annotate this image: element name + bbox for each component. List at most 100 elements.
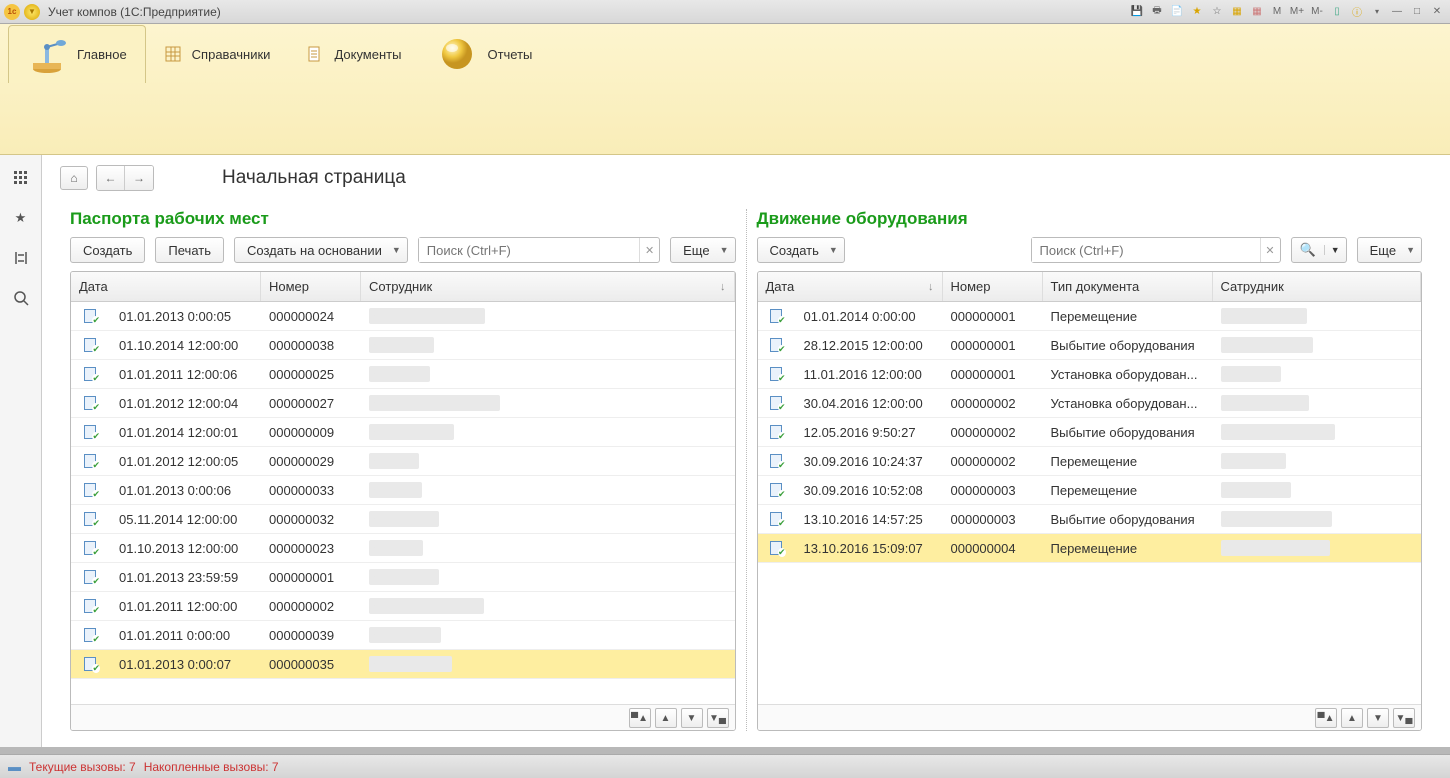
col-date-1[interactable]: Дата xyxy=(71,272,261,301)
panes-icon[interactable]: ▯ xyxy=(1328,4,1346,20)
table-row[interactable]: 01.01.2014 0:00:00000000001ПеремещениеX xyxy=(758,302,1422,331)
favorites-icon[interactable]: ★ xyxy=(10,207,32,229)
print-icon[interactable]: 🖶 xyxy=(1148,4,1166,20)
table-row[interactable]: 01.01.2011 0:00:00000000039X xyxy=(71,621,735,650)
table-row[interactable]: 01.01.2012 12:00:05000000029X xyxy=(71,447,735,476)
tab-reports[interactable]: Отчеты xyxy=(419,25,550,83)
dropdown-icon[interactable]: ▼ xyxy=(24,4,40,20)
close-button[interactable]: ✕ xyxy=(1428,4,1446,20)
fav-star-icon[interactable]: ★ xyxy=(1188,4,1206,20)
cell-date: 01.10.2014 12:00:00 xyxy=(111,331,261,359)
link-icon[interactable]: ☆ xyxy=(1208,4,1226,20)
cell-date: 01.01.2013 0:00:07 xyxy=(111,650,261,678)
cell-num: 000000004 xyxy=(943,534,1043,562)
cell-num: 000000002 xyxy=(261,592,361,620)
doc-check-icon xyxy=(770,309,784,323)
page-first-2[interactable]: ▀▲ xyxy=(1315,708,1337,728)
tab-main[interactable]: Главное xyxy=(8,25,146,83)
back-button[interactable]: ← xyxy=(97,166,125,190)
doc-check-icon xyxy=(770,512,784,526)
col-date-2[interactable]: Дата↓ xyxy=(758,272,943,301)
maximize-button[interactable]: □ xyxy=(1408,4,1426,20)
col-emp-2[interactable]: Сатрудник xyxy=(1213,272,1422,301)
print-button-1[interactable]: Печать xyxy=(155,237,224,263)
clear-search-2[interactable]: ✕ xyxy=(1260,238,1280,262)
table-row[interactable]: 01.01.2011 12:00:06000000025X xyxy=(71,360,735,389)
table-row[interactable]: 13.10.2016 14:57:25000000003Выбытие обор… xyxy=(758,505,1422,534)
page-down-2[interactable]: ▼ xyxy=(1367,708,1389,728)
history-icon[interactable] xyxy=(10,247,32,269)
calc-icon[interactable]: ▦ xyxy=(1228,4,1246,20)
cell-emp: X xyxy=(1213,302,1422,330)
doc-check-icon xyxy=(84,483,98,497)
cell-emp: X xyxy=(361,563,735,591)
doc-check-icon xyxy=(84,454,98,468)
more-button-2[interactable]: Еще▼ xyxy=(1357,237,1422,263)
table-row[interactable]: 01.01.2011 12:00:00000000002X xyxy=(71,592,735,621)
search-input-1[interactable] xyxy=(419,238,639,262)
doc-icon[interactable]: 📄 xyxy=(1168,4,1186,20)
table-row[interactable]: 01.01.2013 0:00:06000000033X xyxy=(71,476,735,505)
more-button-1[interactable]: Еще▼ xyxy=(670,237,735,263)
table-row[interactable]: 30.09.2016 10:52:08000000003ПеремещениеX xyxy=(758,476,1422,505)
cell-num: 000000001 xyxy=(943,302,1043,330)
table-row[interactable]: 01.10.2014 12:00:00000000038X xyxy=(71,331,735,360)
table-row[interactable]: 01.01.2013 23:59:59000000001X xyxy=(71,563,735,592)
cell-emp: X xyxy=(361,621,735,649)
table-row[interactable]: 13.10.2016 15:09:07000000004ПеремещениеX xyxy=(758,534,1422,563)
minimize-button[interactable]: — xyxy=(1388,4,1406,20)
calendar-icon[interactable]: ▦ xyxy=(1248,4,1266,20)
cell-num: 000000033 xyxy=(261,476,361,504)
create-based-button[interactable]: Создать на основании▼ xyxy=(234,237,408,263)
cell-emp: X xyxy=(1213,447,1422,475)
home-button[interactable]: ⌂ xyxy=(60,166,88,190)
lamp-icon xyxy=(27,35,67,75)
document-icon xyxy=(306,45,324,63)
m-minus-btn[interactable]: M- xyxy=(1308,4,1326,20)
search-input-2[interactable] xyxy=(1032,238,1260,262)
page-last-2[interactable]: ▼▄ xyxy=(1393,708,1415,728)
table-row[interactable]: 01.01.2013 0:00:05000000024X xyxy=(71,302,735,331)
table-row[interactable]: 05.11.2014 12:00:00000000032X xyxy=(71,505,735,534)
cell-num: 000000027 xyxy=(261,389,361,417)
clear-search-1[interactable]: ✕ xyxy=(639,238,659,262)
table-row[interactable]: 28.12.2015 12:00:00000000001Выбытие обор… xyxy=(758,331,1422,360)
tab-reports-label: Отчеты xyxy=(487,47,532,62)
page-up-1[interactable]: ▲ xyxy=(655,708,677,728)
table-row[interactable]: 30.04.2016 12:00:00000000002Установка об… xyxy=(758,389,1422,418)
info-icon[interactable]: ⓘ xyxy=(1348,4,1366,20)
forward-button[interactable]: → xyxy=(125,166,153,190)
tab-documents[interactable]: Документы xyxy=(288,25,419,83)
info-dd-icon[interactable]: ▾ xyxy=(1368,4,1386,20)
search-icon[interactable] xyxy=(10,287,32,309)
save-icon[interactable]: 💾 xyxy=(1128,4,1146,20)
cell-num: 000000001 xyxy=(261,563,361,591)
page-up-2[interactable]: ▲ xyxy=(1341,708,1363,728)
table-row[interactable]: 11.01.2016 12:00:00000000001Установка об… xyxy=(758,360,1422,389)
page-down-1[interactable]: ▼ xyxy=(681,708,703,728)
tab-directories[interactable]: Справачники xyxy=(146,25,289,83)
m-btn[interactable]: M xyxy=(1268,4,1286,20)
table-row[interactable]: 01.01.2014 12:00:01000000009X xyxy=(71,418,735,447)
search-button-2[interactable]: 🔍▼ xyxy=(1291,237,1347,263)
m-plus-btn[interactable]: M+ xyxy=(1288,4,1306,20)
col-emp-1[interactable]: Сотрудник↓ xyxy=(361,272,735,301)
create-button-1[interactable]: Создать xyxy=(70,237,145,263)
col-type-2[interactable]: Тип документа xyxy=(1043,272,1213,301)
apps-icon[interactable] xyxy=(10,167,32,189)
page-last-1[interactable]: ▼▄ xyxy=(707,708,729,728)
col-num-2[interactable]: Номер xyxy=(943,272,1043,301)
table-row[interactable]: 12.05.2016 9:50:27000000002Выбытие обору… xyxy=(758,418,1422,447)
cell-date: 01.01.2014 12:00:01 xyxy=(111,418,261,446)
cell-emp: X xyxy=(361,534,735,562)
col-num-1[interactable]: Номер xyxy=(261,272,361,301)
page-first-1[interactable]: ▀▲ xyxy=(629,708,651,728)
table-row[interactable]: 30.09.2016 10:24:37000000002ПеремещениеX xyxy=(758,447,1422,476)
table-row[interactable]: 01.10.2013 12:00:00000000023X xyxy=(71,534,735,563)
cell-num: 000000024 xyxy=(261,302,361,330)
doc-check-icon xyxy=(84,338,98,352)
table-row[interactable]: 01.01.2012 12:00:04000000027X xyxy=(71,389,735,418)
doc-check-icon xyxy=(770,396,784,410)
table-row[interactable]: 01.01.2013 0:00:07000000035X xyxy=(71,650,735,679)
create-button-2[interactable]: Создать▼ xyxy=(757,237,845,263)
